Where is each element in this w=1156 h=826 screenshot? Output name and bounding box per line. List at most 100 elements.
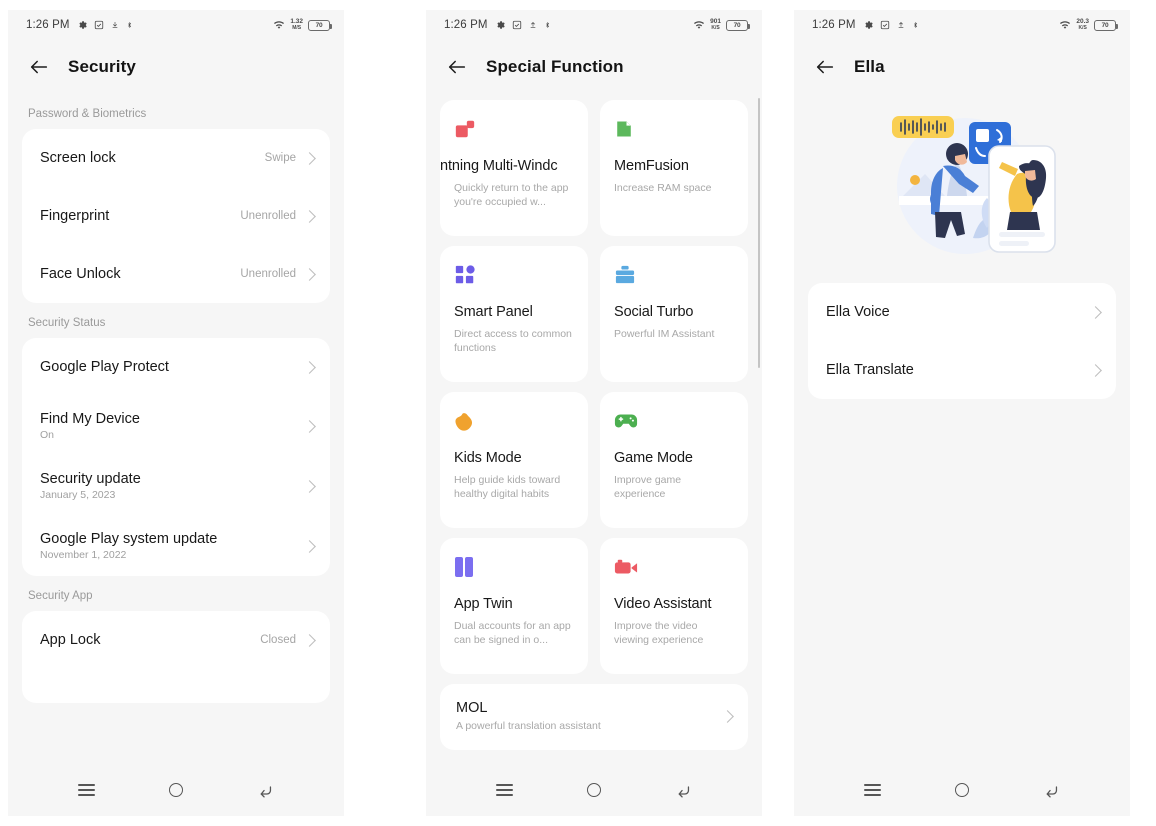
back-button[interactable] [1038, 777, 1064, 803]
chevron-right-icon [303, 633, 316, 647]
settings-card: Google Play Protect Find My Device On Se… [22, 338, 330, 576]
hero-illustration-wrap: A [794, 94, 1130, 283]
list-item[interactable]: Find My Device On [22, 396, 330, 456]
feature-card-game-mode[interactable]: Game Mode Improve game experience [600, 392, 748, 528]
title-bar: Special Function [426, 40, 762, 94]
list-item[interactable]: Screen lock Swipe [22, 129, 330, 187]
screenshot-stage: 1:26 PM 1.32 M/S 70 Security Password & … [0, 0, 1156, 826]
wifi-icon [1059, 20, 1071, 30]
app-twin-icon [454, 554, 574, 580]
list-item[interactable]: Google Play system update November 1, 20… [22, 516, 330, 576]
back-arrow-icon[interactable] [814, 56, 836, 78]
list-item-text: Face Unlock [40, 266, 121, 282]
chevron-right-icon [303, 151, 316, 165]
recents-button[interactable] [74, 777, 100, 803]
list-item-text: Fingerprint [40, 208, 109, 224]
phone-screen-security: 1:26 PM 1.32 M/S 70 Security Password & … [8, 10, 344, 816]
feature-card-title: Game Mode [614, 450, 693, 466]
back-arrow-icon[interactable] [28, 56, 50, 78]
status-bar-right: 20.3 K/S 70 [1059, 18, 1118, 31]
chevron-right-icon [303, 267, 316, 281]
list-item[interactable]: App Lock Closed [22, 611, 330, 669]
chevron-right-icon [303, 360, 316, 374]
list-item[interactable]: Fingerprint Unenrolled [22, 187, 330, 245]
back-curve-icon [678, 785, 689, 798]
list-item-text: Security update January 5, 2023 [40, 471, 141, 501]
settings-group: Password & Biometrics Screen lock Swipe [8, 94, 344, 303]
upload-icon [897, 20, 905, 30]
feature-card-desc: Increase RAM space [614, 182, 712, 194]
navigation-bar [8, 764, 344, 816]
feature-card-title: Video Assistant [614, 596, 712, 612]
wifi-icon [693, 20, 705, 30]
hamburger-icon [864, 784, 882, 796]
home-button[interactable] [163, 777, 189, 803]
back-curve-icon [260, 785, 271, 798]
feature-card-desc: Direct access to common functions [454, 328, 572, 354]
navigation-bar [426, 764, 762, 816]
list-item-text: Ella Voice [826, 304, 890, 320]
bluetooth-icon [912, 20, 919, 30]
network-speed: 1.32 M/S [290, 18, 303, 31]
list-item-subtitle: November 1, 2022 [40, 549, 127, 561]
list-item-text: Ella Translate [826, 362, 914, 378]
feature-card-memfusion[interactable]: MemFusion Increase RAM space [600, 100, 748, 236]
feature-row-mol[interactable]: MOL A powerful translation assistant [440, 684, 748, 750]
recents-button[interactable] [492, 777, 518, 803]
status-time: 1:26 PM [812, 19, 856, 31]
title-bar: Security [8, 40, 344, 94]
feature-card-social-turbo[interactable]: Social Turbo Powerful IM Assistant [600, 246, 748, 382]
list-item[interactable]: Ella Translate [808, 341, 1116, 399]
recents-button[interactable] [860, 777, 886, 803]
chevron-right-icon [303, 419, 316, 433]
navigation-bar [794, 764, 1130, 816]
settings-scroll-area[interactable]: Password & Biometrics Screen lock Swipe [8, 94, 344, 764]
checkbox-icon [512, 20, 522, 30]
list-item-value: Swipe [264, 152, 296, 164]
chevron-right-icon [303, 539, 316, 553]
list-item-subtitle: On [40, 429, 55, 441]
settings-group: Security Status Google Play Protect Find… [8, 303, 344, 576]
list-item-subtitle: January 5, 2023 [40, 489, 116, 501]
feature-card-kids-mode[interactable]: Kids Mode Help guide kids toward healthy… [440, 392, 588, 528]
chevron-right-icon [721, 709, 734, 723]
list-item[interactable]: Face Unlock Unenrolled [22, 245, 330, 303]
feature-card-desc: Dual accounts for an app can be signed i… [454, 620, 571, 646]
vertical-scrollbar[interactable] [757, 98, 760, 368]
feature-card-video-assistant[interactable]: Video Assistant Improve the video viewin… [600, 538, 748, 674]
gear-icon [495, 20, 505, 30]
page-title: Special Function [486, 57, 624, 76]
list-item-right: Unenrolled [240, 267, 316, 281]
ella-content-area[interactable]: A [794, 94, 1130, 764]
status-bar: 1:26 PM 1.32 M/S 70 [8, 10, 344, 40]
feature-card-multi-window[interactable]: ntning Multi-Windc Quickly return to the… [440, 100, 588, 236]
chevron-right-icon [303, 479, 316, 493]
back-button[interactable] [252, 777, 278, 803]
settings-card: Screen lock Swipe Fingerprint Unenrolled [22, 129, 330, 303]
gear-icon [863, 20, 873, 30]
home-button[interactable] [949, 777, 975, 803]
feature-card-app-twin[interactable]: App Twin Dual accounts for an app can be… [440, 538, 588, 674]
battery-icon: 70 [726, 19, 750, 31]
list-item-title: Ella Voice [826, 304, 890, 320]
list-item[interactable]: Google Play Protect [22, 338, 330, 396]
page-title: Ella [854, 57, 885, 76]
special-function-content: ntning Multi-Windc Quickly return to the… [426, 94, 762, 764]
memory-chip-icon [614, 116, 734, 142]
status-time: 1:26 PM [444, 19, 488, 31]
list-item-value: Closed [260, 634, 296, 646]
back-arrow-icon[interactable] [446, 56, 468, 78]
feature-card-smart-panel[interactable]: Smart Panel Direct access to common func… [440, 246, 588, 382]
settings-card: App Lock Closed [22, 611, 330, 703]
settings-group: Security App App Lock Closed [8, 576, 344, 703]
list-item[interactable]: Ella Voice [808, 283, 1116, 341]
status-time: 1:26 PM [26, 19, 70, 31]
battery-icon: 70 [1094, 19, 1118, 31]
special-function-scroll-area[interactable]: ntning Multi-Windc Quickly return to the… [426, 94, 762, 764]
list-item[interactable]: Security update January 5, 2023 [22, 456, 330, 516]
phone-screen-special-function: 1:26 PM 901 K/S 70 Special Function ntni… [426, 10, 762, 816]
back-button[interactable] [670, 777, 696, 803]
circle-icon [586, 783, 601, 797]
feature-card-title: Kids Mode [454, 450, 522, 466]
home-button[interactable] [581, 777, 607, 803]
